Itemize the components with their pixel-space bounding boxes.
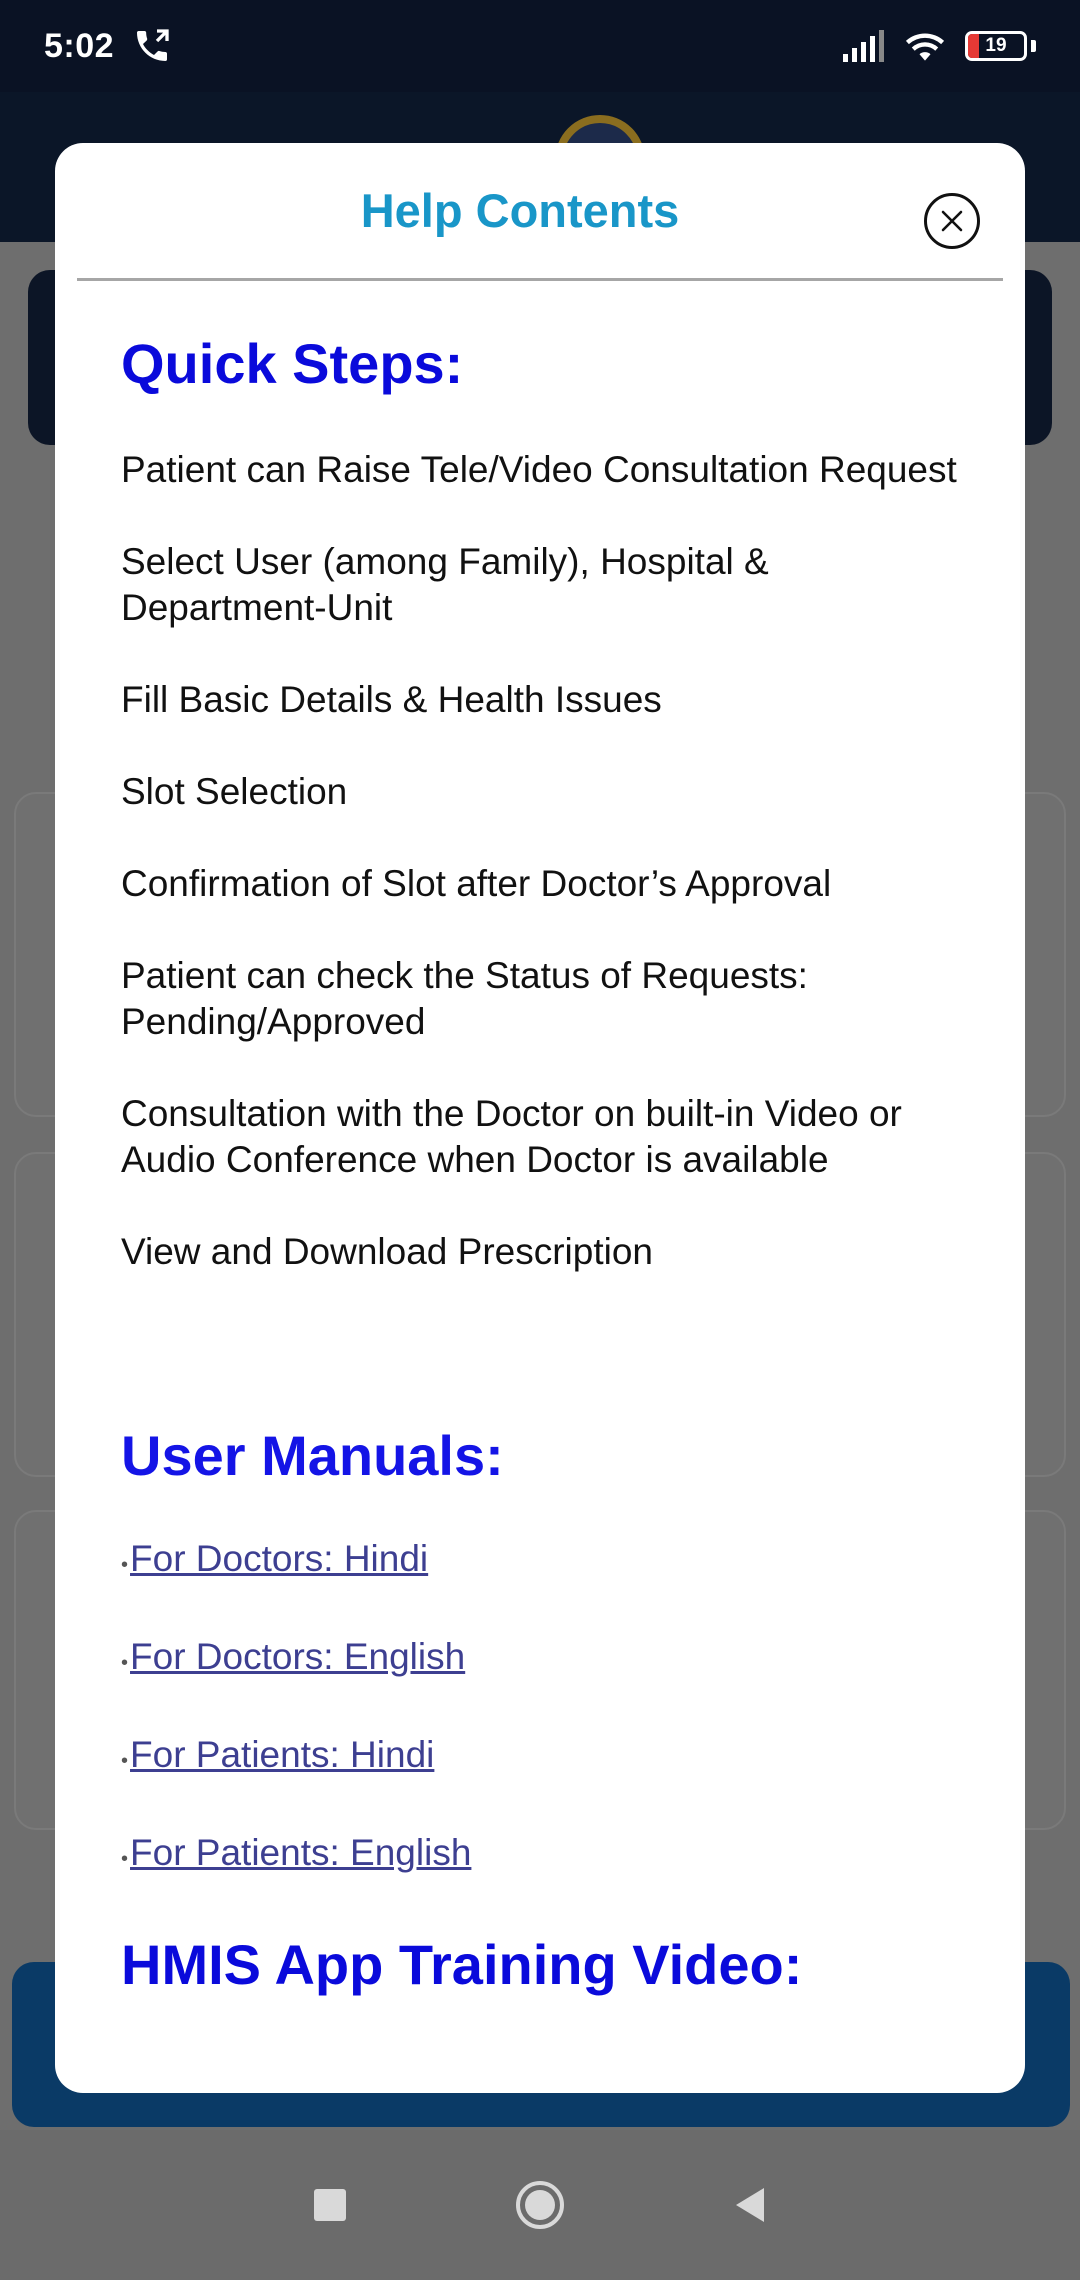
step-item: Slot Selection xyxy=(121,770,348,812)
quick-steps-list: Patient can Raise Tele/Video Consultatio… xyxy=(121,447,959,1275)
step-item: View and Download Prescription xyxy=(121,1230,654,1272)
square-recents-icon xyxy=(314,2189,346,2221)
modal-title: Help Contents xyxy=(360,184,680,237)
system-nav-bar xyxy=(0,2130,1080,2280)
bullet: • xyxy=(121,1652,129,1675)
battery-indicator: 19 xyxy=(965,31,1027,61)
close-icon xyxy=(941,210,963,232)
battery-level: 19 xyxy=(985,35,1007,56)
manual-link-doctors-english[interactable]: For Doctors: English xyxy=(130,1634,465,1680)
close-button[interactable] xyxy=(924,193,980,249)
user-manuals-heading: User Manuals: xyxy=(121,1423,504,1487)
status-time: 5:02 xyxy=(44,26,115,65)
call-forward-icon xyxy=(137,29,169,61)
step-item: Confirmation of Slot after Doctor’s Appr… xyxy=(121,862,832,904)
recents-button[interactable] xyxy=(300,2175,360,2235)
manual-list-item: • For Doctors: Hindi xyxy=(121,1536,959,1588)
wifi-icon xyxy=(905,33,945,61)
step-item: Select User (among Family), Hospital & D… xyxy=(121,540,769,628)
manual-list-item: • For Patients: Hindi xyxy=(121,1732,959,1784)
step-item: Consultation with the Doctor on built-in… xyxy=(121,1092,902,1180)
bullet: • xyxy=(121,1750,129,1773)
bullet: • xyxy=(121,1554,129,1577)
back-button[interactable] xyxy=(720,2175,780,2235)
user-manuals-list: • For Doctors: Hindi • For Doctors: Engl… xyxy=(121,1536,959,1882)
bullet: • xyxy=(121,1848,129,1871)
step-item: Patient can Raise Tele/Video Consultatio… xyxy=(121,448,957,490)
manual-list-item: • For Doctors: English xyxy=(121,1634,959,1686)
status-bar: 5:02 19 xyxy=(0,0,1080,92)
step-item: Fill Basic Details & Health Issues xyxy=(121,678,662,720)
signal-icon xyxy=(843,30,884,62)
quick-steps-heading: Quick Steps: xyxy=(121,332,464,395)
triangle-back-icon xyxy=(736,2188,764,2222)
modal-content[interactable]: Quick Steps: Patient can Raise Tele/Vide… xyxy=(55,281,1025,1996)
manual-list-item: • For Patients: English xyxy=(121,1830,959,1882)
manual-link-patients-hindi[interactable]: For Patients: Hindi xyxy=(130,1732,434,1778)
help-contents-modal: Help Contents Quick Steps: Patient can R… xyxy=(55,143,1025,2093)
manual-link-patients-english[interactable]: For Patients: English xyxy=(130,1830,471,1876)
training-video-heading: HMIS App Training Video: xyxy=(121,1933,803,1997)
manual-link-doctors-hindi[interactable]: For Doctors: Hindi xyxy=(130,1536,428,1582)
modal-header: Help Contents xyxy=(55,143,1025,278)
step-item: Patient can check the Status of Requests… xyxy=(121,954,808,1042)
home-button[interactable] xyxy=(510,2175,570,2235)
circle-home-icon xyxy=(516,2181,564,2229)
